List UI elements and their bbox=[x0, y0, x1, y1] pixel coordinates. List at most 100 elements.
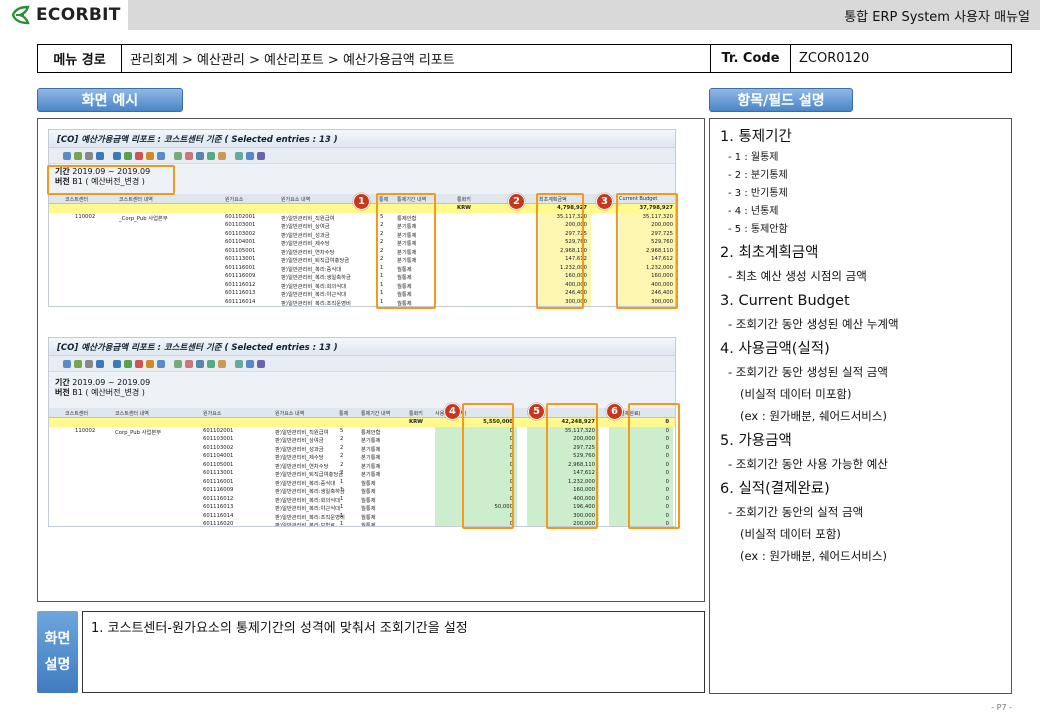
toolbar-icon bbox=[124, 151, 132, 160]
toolbar-icon bbox=[113, 151, 121, 160]
field-title: 1. 통제기간 bbox=[720, 129, 792, 145]
toolbar-icon bbox=[174, 359, 182, 368]
field-desc-note: (비실적 데이터 포함) bbox=[740, 527, 841, 541]
control-code: 2 bbox=[340, 461, 344, 468]
cost-element: 601105001 bbox=[203, 461, 234, 468]
toolbar-icon bbox=[85, 151, 93, 160]
field-desc: - 조회기간 동안 사용 가능한 예산 bbox=[728, 457, 888, 471]
toolbar-icon bbox=[96, 359, 104, 368]
grid-col-header: 코스트센터 내역 bbox=[119, 197, 153, 203]
field-desc-note: (비실적 데이터 미포함) bbox=[740, 387, 852, 401]
cost-element: 601116001 bbox=[225, 264, 256, 271]
control-code: 1 bbox=[340, 512, 344, 519]
toolbar-icon bbox=[124, 359, 132, 368]
grid-col-header: 코스트센터 bbox=[65, 411, 89, 417]
currency-key: KRW bbox=[409, 419, 424, 425]
grid-col-header: 통화키 bbox=[409, 411, 423, 417]
control-code: 5 bbox=[340, 427, 344, 434]
cost-element: 601104001 bbox=[225, 239, 256, 245]
field-desc-note: (ex : 원가배분, 쉐어드서비스) bbox=[740, 409, 887, 423]
control-code: 2 bbox=[340, 453, 344, 459]
cost-element: 601102001 bbox=[203, 427, 234, 434]
grid-col-header: 원가요소 bbox=[225, 197, 244, 203]
toolbar-icon bbox=[96, 151, 104, 160]
field-title: 3. Current Budget bbox=[720, 293, 850, 309]
control-highlight-box bbox=[376, 193, 436, 309]
report1-title: [CO] 예산가용금액 리포트 : 코스트센터 기준 ( Selected en… bbox=[49, 130, 675, 148]
report2-toolbar bbox=[49, 356, 675, 372]
control-code: 1 bbox=[340, 495, 344, 502]
field-sub-item: - 4 : 년통제 bbox=[728, 206, 779, 217]
cost-element: 601116009 bbox=[203, 487, 234, 493]
badge-3: 3 bbox=[596, 193, 613, 210]
toolbar-icon bbox=[185, 151, 193, 160]
screen-example-panel: [CO] 예산가용금액 리포트 : 코스트센터 기준 ( Selected en… bbox=[37, 118, 705, 602]
field-desc: - 조회기간 동안의 실적 금액 bbox=[728, 505, 864, 519]
document-title: 통합 ERP System 사용자 매뉴얼 bbox=[844, 10, 1030, 25]
cost-element: 601103002 bbox=[203, 444, 234, 451]
cost-element-text: 판)일반관리비_복리:보험료 bbox=[275, 523, 336, 527]
toolbar-icon bbox=[157, 359, 165, 368]
control-code: 2 bbox=[340, 436, 344, 442]
screen-example-heading: 화면 예시 bbox=[37, 88, 183, 112]
cost-element: 601102001 bbox=[225, 213, 256, 220]
field-sub-item: - 2 : 분기통제 bbox=[728, 170, 788, 181]
toolbar-icon bbox=[218, 151, 226, 160]
grid-col-header: 코스트센터 bbox=[65, 197, 89, 203]
badge-6: 6 bbox=[606, 403, 623, 420]
menu-path: 관리회계 > 예산관리 > 예산리포트 > 예산가용금액 리포트 bbox=[122, 45, 711, 72]
field-desc: - 조회기간 동안 생성된 실적 금액 bbox=[728, 365, 888, 379]
report2-period: 2019.09 ~ 2019.09 bbox=[72, 378, 151, 387]
screen-desc-label: 화면 설명 bbox=[37, 611, 78, 693]
control-code: 1 bbox=[340, 521, 344, 527]
field-sub-item: - 5 : 통제안함 bbox=[728, 224, 788, 235]
plan-highlight-box bbox=[536, 193, 584, 309]
toolbar-icon bbox=[85, 359, 93, 368]
toolbar-icon bbox=[174, 151, 182, 160]
ecorbit-logo: ECORBIT bbox=[10, 4, 121, 26]
cost-center: 110002 bbox=[75, 213, 96, 220]
toolbar-icon bbox=[257, 151, 265, 160]
toolbar-icon bbox=[185, 359, 193, 368]
toolbar-icon bbox=[196, 151, 204, 160]
badge-4: 4 bbox=[444, 403, 461, 420]
badge-2: 2 bbox=[508, 193, 525, 210]
page-number: - P7 - bbox=[991, 703, 1012, 712]
actual-highlight-box bbox=[462, 403, 514, 529]
control-code: 2 bbox=[340, 470, 344, 476]
tr-code-value: ZCOR0120 bbox=[799, 51, 870, 66]
menu-path-label: 메뉴 경로 bbox=[38, 45, 122, 72]
screen-desc-text: 1. 코스트센터-원가요소의 통제기간의 성격에 맞춰서 조회기간을 설정 bbox=[82, 611, 705, 693]
toolbar-icon bbox=[113, 359, 121, 368]
field-title: 2. 최초계획금액 bbox=[720, 245, 819, 261]
cost-element: 601116020 bbox=[203, 521, 234, 527]
tr-code-label: Tr. Code bbox=[711, 45, 791, 72]
report2-version-label: 버전 bbox=[55, 388, 70, 397]
toolbar-icon bbox=[135, 151, 143, 160]
control-text: 월통제 bbox=[361, 523, 376, 527]
cost-element: 601116013 bbox=[225, 290, 256, 296]
field-sub-item: - 3 : 반기통제 bbox=[728, 188, 788, 199]
field-desc-note: (ex : 원가배분, 쉐어드서비스) bbox=[740, 549, 887, 563]
field-title: 6. 실적(결제완료) bbox=[720, 481, 830, 497]
control-code: 1 bbox=[340, 478, 344, 485]
toolbar-icon bbox=[135, 359, 143, 368]
field-title: 4. 사용금액(실적) bbox=[720, 341, 830, 357]
logo-text: ECORBIT bbox=[36, 5, 121, 25]
cost-element: 601113001 bbox=[203, 470, 234, 476]
toolbar-icon bbox=[218, 359, 226, 368]
cost-element: 601116012 bbox=[225, 281, 256, 288]
cost-center: 110002 bbox=[75, 427, 96, 434]
control-code: 2 bbox=[340, 444, 344, 451]
toolbar-icon bbox=[257, 359, 265, 368]
toolbar-icon bbox=[207, 359, 215, 368]
period-highlight-box bbox=[47, 165, 175, 195]
grid-col-header: 원가요소 내역 bbox=[275, 411, 305, 417]
grid-col-header: 원가요소 bbox=[203, 411, 222, 417]
cost-element: 601103002 bbox=[225, 230, 256, 237]
screen-desc-label-line1: 화면 bbox=[44, 631, 71, 647]
badge-1: 1 bbox=[353, 193, 370, 210]
toolbar-icon bbox=[74, 359, 82, 368]
toolbar-icon bbox=[157, 151, 165, 160]
field-desc: - 조회기간 동안 생성된 예산 누계액 bbox=[728, 317, 899, 331]
